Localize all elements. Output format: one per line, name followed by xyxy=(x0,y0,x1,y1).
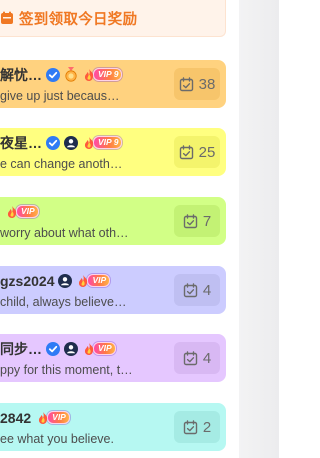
leaderboard-panel: 签到领取今日奖励 解忧… VIP 9 give up just becaus… … xyxy=(0,0,279,458)
verified-icon xyxy=(46,135,60,150)
calendar-check-icon xyxy=(179,76,193,91)
right-gutter xyxy=(239,0,279,458)
verified-icon xyxy=(46,341,60,356)
checkin-count: 4 xyxy=(174,342,220,374)
user-name[interactable]: 解忧… xyxy=(0,65,42,85)
checkin-count: 25 xyxy=(174,136,220,168)
vip-fire-icon xyxy=(84,342,94,355)
name-row: 解忧… VIP 9 xyxy=(0,65,123,85)
user-message: e can change anoth… xyxy=(0,157,123,171)
vip-badge: VIP xyxy=(76,274,111,288)
count-value: 25 xyxy=(198,143,216,161)
vip-fire-icon xyxy=(39,411,48,424)
calendar-check-icon xyxy=(183,213,198,228)
vip-label: VIP xyxy=(16,205,39,218)
name-row: 2842 VIP xyxy=(0,409,70,426)
checkin-count: 7 xyxy=(174,205,220,237)
vip-label: VIP 9 xyxy=(93,68,123,81)
vip-fire-icon xyxy=(79,274,88,287)
vip-badge: VIP xyxy=(82,342,116,356)
vip-label: VIP xyxy=(47,411,70,424)
ranking-card[interactable]: 解忧… VIP 9 give up just becaus… 38 xyxy=(0,60,226,108)
user-name[interactable]: gzs2024 xyxy=(0,273,54,289)
calendar-check-icon xyxy=(183,282,198,297)
user-icon xyxy=(58,273,73,288)
calendar-check-icon xyxy=(183,350,198,365)
checkin-gift-icon xyxy=(1,11,13,24)
vip-badge: VIP 9 xyxy=(82,136,123,150)
count-value: 38 xyxy=(198,75,216,93)
count-value: 4 xyxy=(202,281,212,299)
vip-fire-icon xyxy=(84,68,94,81)
verified-icon xyxy=(46,67,60,82)
ranking-card[interactable]: 2842 VIP ee what you believe. 2 xyxy=(0,403,226,451)
vip-label: VIP 9 xyxy=(93,136,123,149)
user-icon xyxy=(64,135,78,150)
vip-badge: VIP 9 xyxy=(82,68,123,82)
user-name[interactable]: 夜星… xyxy=(0,133,42,153)
checkin-banner[interactable]: 签到领取今日奖励 xyxy=(0,0,226,37)
ranking-card[interactable]: 同步… VIP ppy for this moment, t… 4 xyxy=(0,334,226,382)
vip-level: 9 xyxy=(113,69,119,79)
vip-label: VIP xyxy=(93,342,116,355)
vip-level: 9 xyxy=(113,137,119,147)
name-row: VIP xyxy=(0,203,39,220)
checkin-count: 2 xyxy=(174,411,220,443)
ranking-card[interactable]: gzs2024 VIP child, always believe… 4 xyxy=(0,266,226,314)
vip-badge: VIP xyxy=(36,411,70,425)
checkin-count: 38 xyxy=(174,68,220,100)
user-message: ee what you believe. xyxy=(0,432,114,446)
vip-badge: VIP xyxy=(5,205,39,219)
count-value: 4 xyxy=(202,349,212,367)
count-value: 7 xyxy=(202,212,212,230)
ranking-card[interactable]: VIP worry about what oth… 7 xyxy=(0,197,226,245)
calendar-check-icon xyxy=(179,144,193,159)
ranking-card[interactable]: 夜星… VIP 9 e can change anoth… 25 xyxy=(0,128,226,176)
medal-icon xyxy=(65,67,77,82)
user-icon xyxy=(64,341,78,356)
user-message: give up just becaus… xyxy=(0,89,120,103)
checkin-count: 4 xyxy=(174,274,220,306)
count-value: 2 xyxy=(202,418,212,436)
user-message: ppy for this moment, t… xyxy=(0,363,133,377)
vip-fire-icon xyxy=(7,205,17,218)
name-row: gzs2024 VIP xyxy=(0,272,111,289)
checkin-banner-text: 签到领取今日奖励 xyxy=(19,11,138,28)
name-row: 夜星… VIP 9 xyxy=(0,133,123,153)
user-name[interactable]: 同步… xyxy=(0,339,42,359)
user-message: worry about what oth… xyxy=(0,226,129,240)
vip-fire-icon xyxy=(84,136,94,149)
vip-label: VIP xyxy=(87,274,111,287)
name-row: 同步… VIP xyxy=(0,340,116,357)
user-name[interactable]: 2842 xyxy=(0,410,31,426)
user-message: child, always believe… xyxy=(0,295,127,309)
calendar-check-icon xyxy=(183,419,198,434)
